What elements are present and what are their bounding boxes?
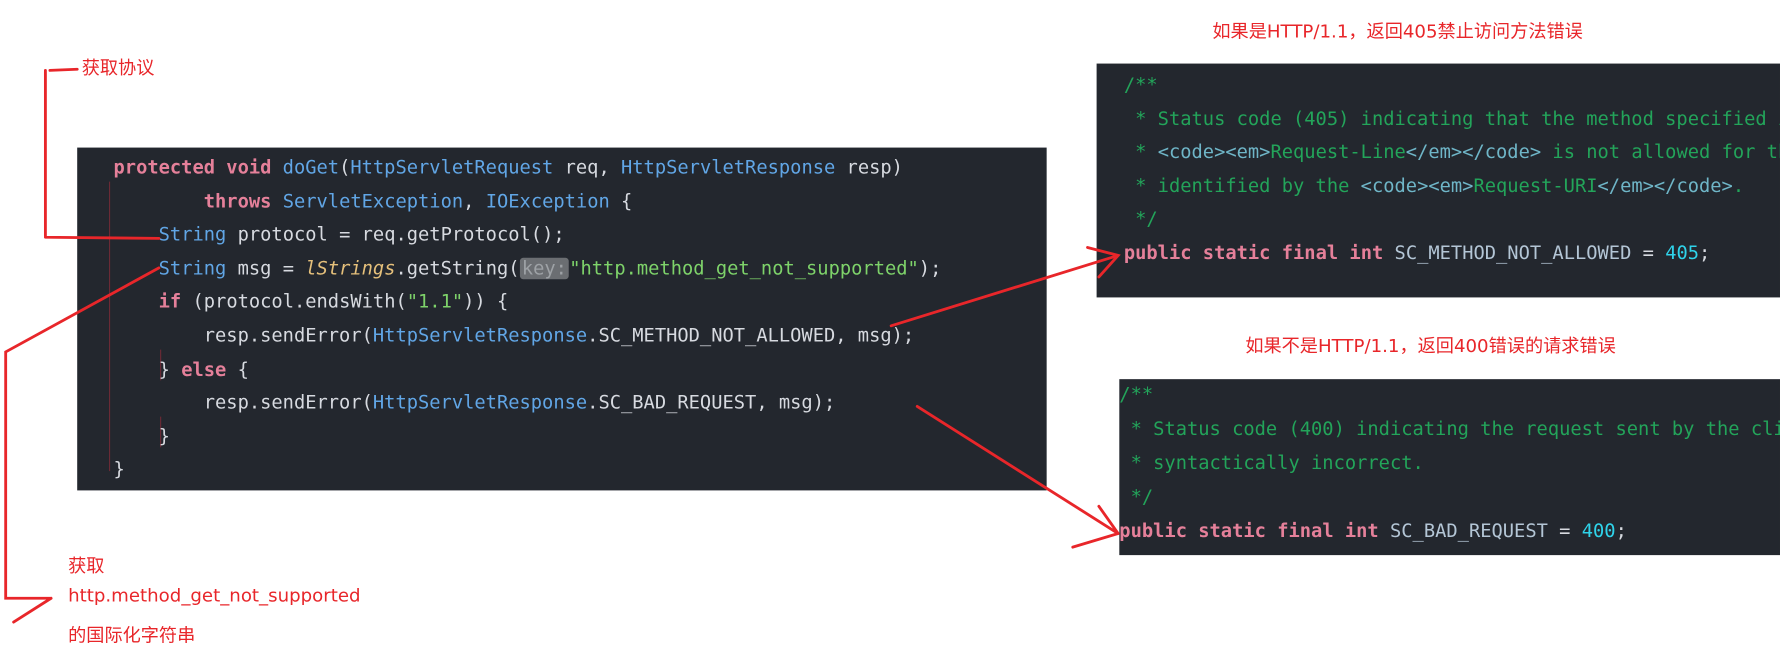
line-msg — [4, 266, 161, 624]
arrow-405 — [889, 246, 1121, 328]
annotation-arrows — [4, 67, 1121, 624]
bracket-protocol — [43, 67, 161, 240]
arrow-400 — [915, 404, 1120, 549]
